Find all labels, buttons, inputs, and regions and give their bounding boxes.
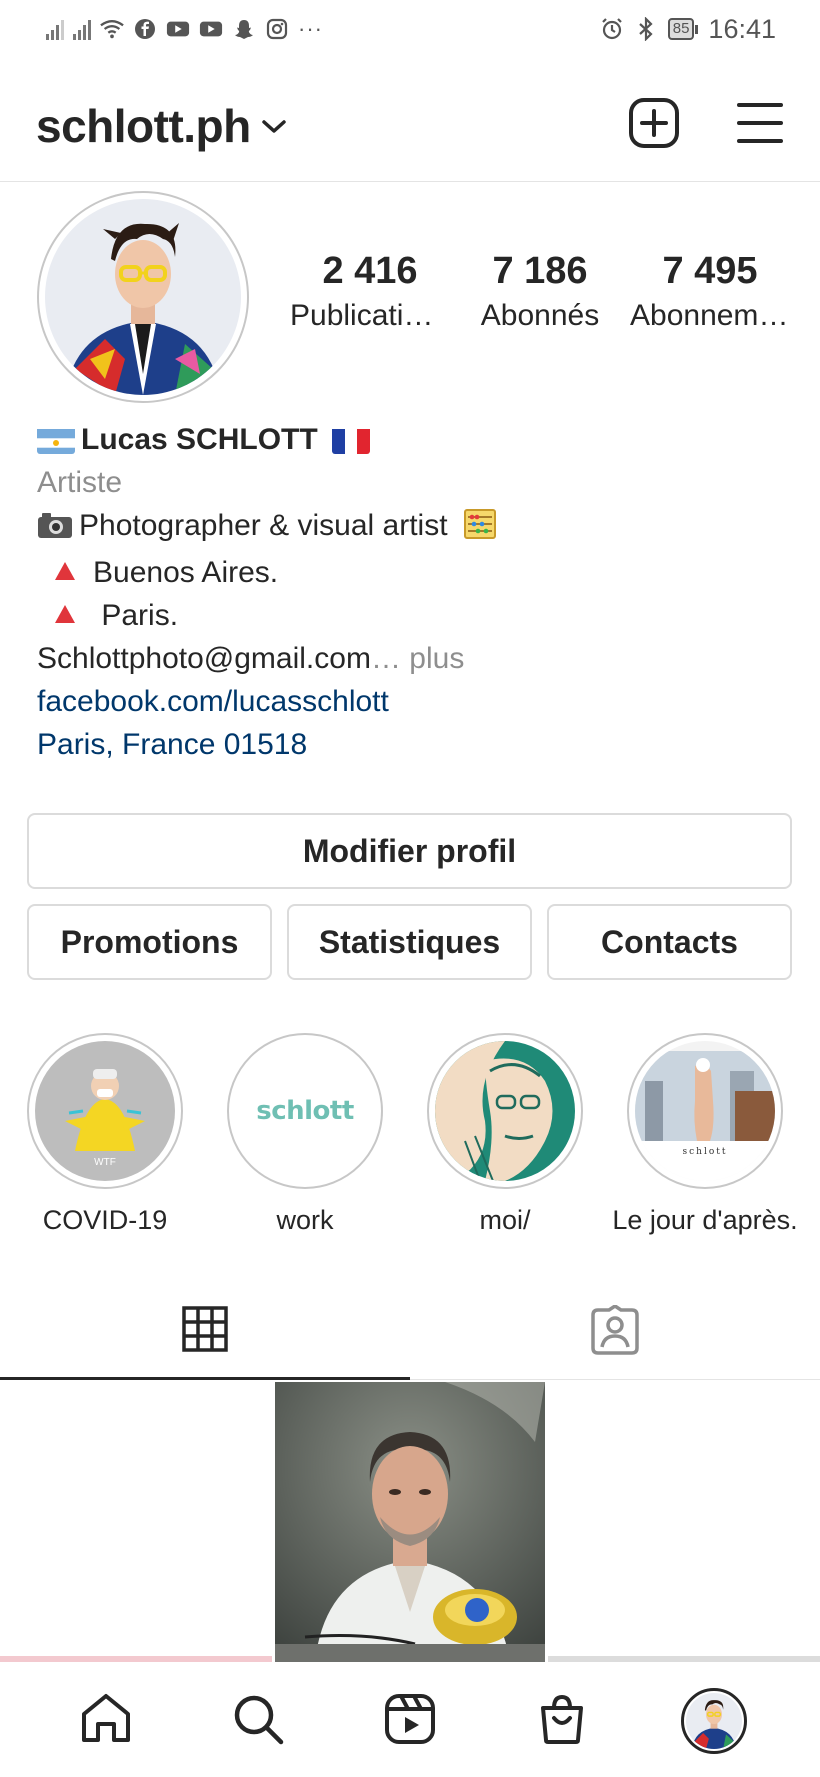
signal-2-icon [73,18,91,40]
profile-bio: Lucas SCHLOTT Artiste Photographer & vis… [37,418,797,766]
highlight-le-jour-label: Le jour d'après. [612,1205,798,1235]
svg-text:WTF: WTF [94,1157,116,1168]
bio-text-2: Buenos Aires. [93,556,279,589]
stat-following-label: Abonnements [630,299,790,332]
profile-category: Artiste [37,466,123,499]
highlight-covid-cover: WTF [35,1041,175,1181]
menu-icon[interactable] [736,101,784,150]
bio-website-link[interactable]: facebook.com/lucasschlott [37,680,797,723]
battery-icon: 85 [667,18,699,40]
signal-1-icon [46,18,64,40]
highlight-work-cover: schlott [235,1041,375,1181]
profile-photo [45,199,241,395]
post-tile-3[interactable] [548,1382,820,1662]
profile-full-name: Lucas SCHLOTT [81,423,318,456]
contacts-button[interactable]: Contacts [547,904,792,980]
username-switcher[interactable]: schlott.ph [36,99,251,153]
highlight-le-jour-logo: schlott [682,1147,728,1157]
reels-icon [383,1692,437,1751]
youtube-notification-icon [166,18,190,40]
status-left: ··· [46,16,323,42]
profile-tabs [0,1285,820,1380]
snapchat-notification-icon [232,18,256,40]
bio-location-link[interactable]: Paris, France 01518 [37,723,797,766]
tab-grid[interactable] [0,1285,410,1380]
camera-emoji-icon [37,508,73,551]
highlight-me[interactable]: moi/ [410,1033,600,1236]
bottom-navigation [0,1665,820,1777]
nav-search[interactable] [213,1676,303,1766]
nav-reels[interactable] [365,1676,455,1766]
instagram-notification-icon [265,18,289,40]
stat-following[interactable]: 7 495 Abonnements [630,250,790,333]
red-triangle-icon [55,562,75,580]
clock: 16:41 [708,13,776,44]
alarm-icon [600,18,624,40]
stat-followers-value: 7 186 [492,250,588,292]
france-flag-icon [332,426,371,454]
profile-header: schlott.ph [0,70,820,182]
promotions-button[interactable]: Promotions [27,904,272,980]
stat-posts-value: 2 416 [322,250,418,292]
post-tile-1[interactable] [0,1382,272,1662]
stat-followers[interactable]: 7 186 Abonnés [460,250,620,333]
stat-posts[interactable]: 2 416 Publications [290,250,450,333]
highlight-work-ring: schlott [227,1033,383,1189]
header-actions [628,97,784,154]
argentina-flag-icon [37,426,75,454]
highlight-le-jour-cover: schlott [635,1041,775,1181]
wifi-icon [100,18,124,40]
bio-line-email: Schlottphoto@gmail.com… plus [37,637,797,680]
highlight-me-label: moi/ [479,1205,531,1235]
home-icon [79,1692,133,1751]
posts-grid [0,1382,820,1662]
new-post-icon[interactable] [628,97,680,154]
post-tile-2[interactable] [275,1382,545,1662]
highlight-covid-ring: WTF [27,1033,183,1189]
insights-button[interactable]: Statistiques [287,904,532,980]
profile-stats: 2 416 Publications 7 186 Abonnés 7 495 A… [290,250,790,333]
bio-email: Schlottphoto@gmail.com [37,642,371,675]
bio-line-2: Buenos Aires. [37,551,797,594]
highlight-covid-label: COVID-19 [42,1205,168,1235]
bio-more-link[interactable]: … plus [371,642,464,675]
status-bar: ··· 85 16:41 [0,0,820,58]
highlight-le-jour[interactable]: schlott Le jour d'après. [610,1033,800,1236]
bio-line-3: Paris. [37,594,797,637]
highlight-work-label: work [276,1205,334,1235]
battery-level: 85 [667,18,695,40]
chevron-down-icon[interactable] [261,118,287,141]
stat-following-value: 7 495 [662,250,758,292]
highlight-covid[interactable]: WTF COVID-19 [10,1033,200,1236]
search-icon [231,1692,285,1751]
youtube-notification-icon-2 [199,18,223,40]
more-notifications-icon: ··· [298,16,323,41]
stat-posts-label: Publications [290,299,450,332]
bio-text-3: Paris. [101,599,179,632]
nav-shop[interactable] [517,1676,607,1766]
facebook-notification-icon [133,18,157,40]
bio-line-1: Photographer & visual artist [37,504,797,551]
highlight-me-ring [427,1033,583,1189]
bluetooth-icon [634,17,658,41]
status-right: 85 16:41 [600,14,776,45]
nav-profile[interactable] [669,1676,759,1766]
highlight-work[interactable]: schlott work [210,1033,400,1236]
highlight-le-jour-ring: schlott [627,1033,783,1189]
bio-text-1: Photographer & visual artist [79,509,448,542]
grid-icon [181,1305,229,1358]
abacus-emoji-icon [463,508,496,551]
shop-icon [535,1692,589,1751]
bio-name-line: Lucas SCHLOTT [37,418,797,461]
profile-avatar-small [681,1688,747,1754]
tagged-icon [589,1304,641,1360]
stat-followers-label: Abonnés [480,299,600,332]
edit-profile-button[interactable]: Modifier profil [27,813,792,889]
red-triangle-icon-2 [55,605,75,623]
profile-avatar[interactable] [37,191,249,403]
highlight-me-cover [435,1041,575,1181]
nav-home[interactable] [61,1676,151,1766]
tab-tagged[interactable] [410,1285,820,1380]
highlight-work-logo: schlott [256,1096,354,1126]
